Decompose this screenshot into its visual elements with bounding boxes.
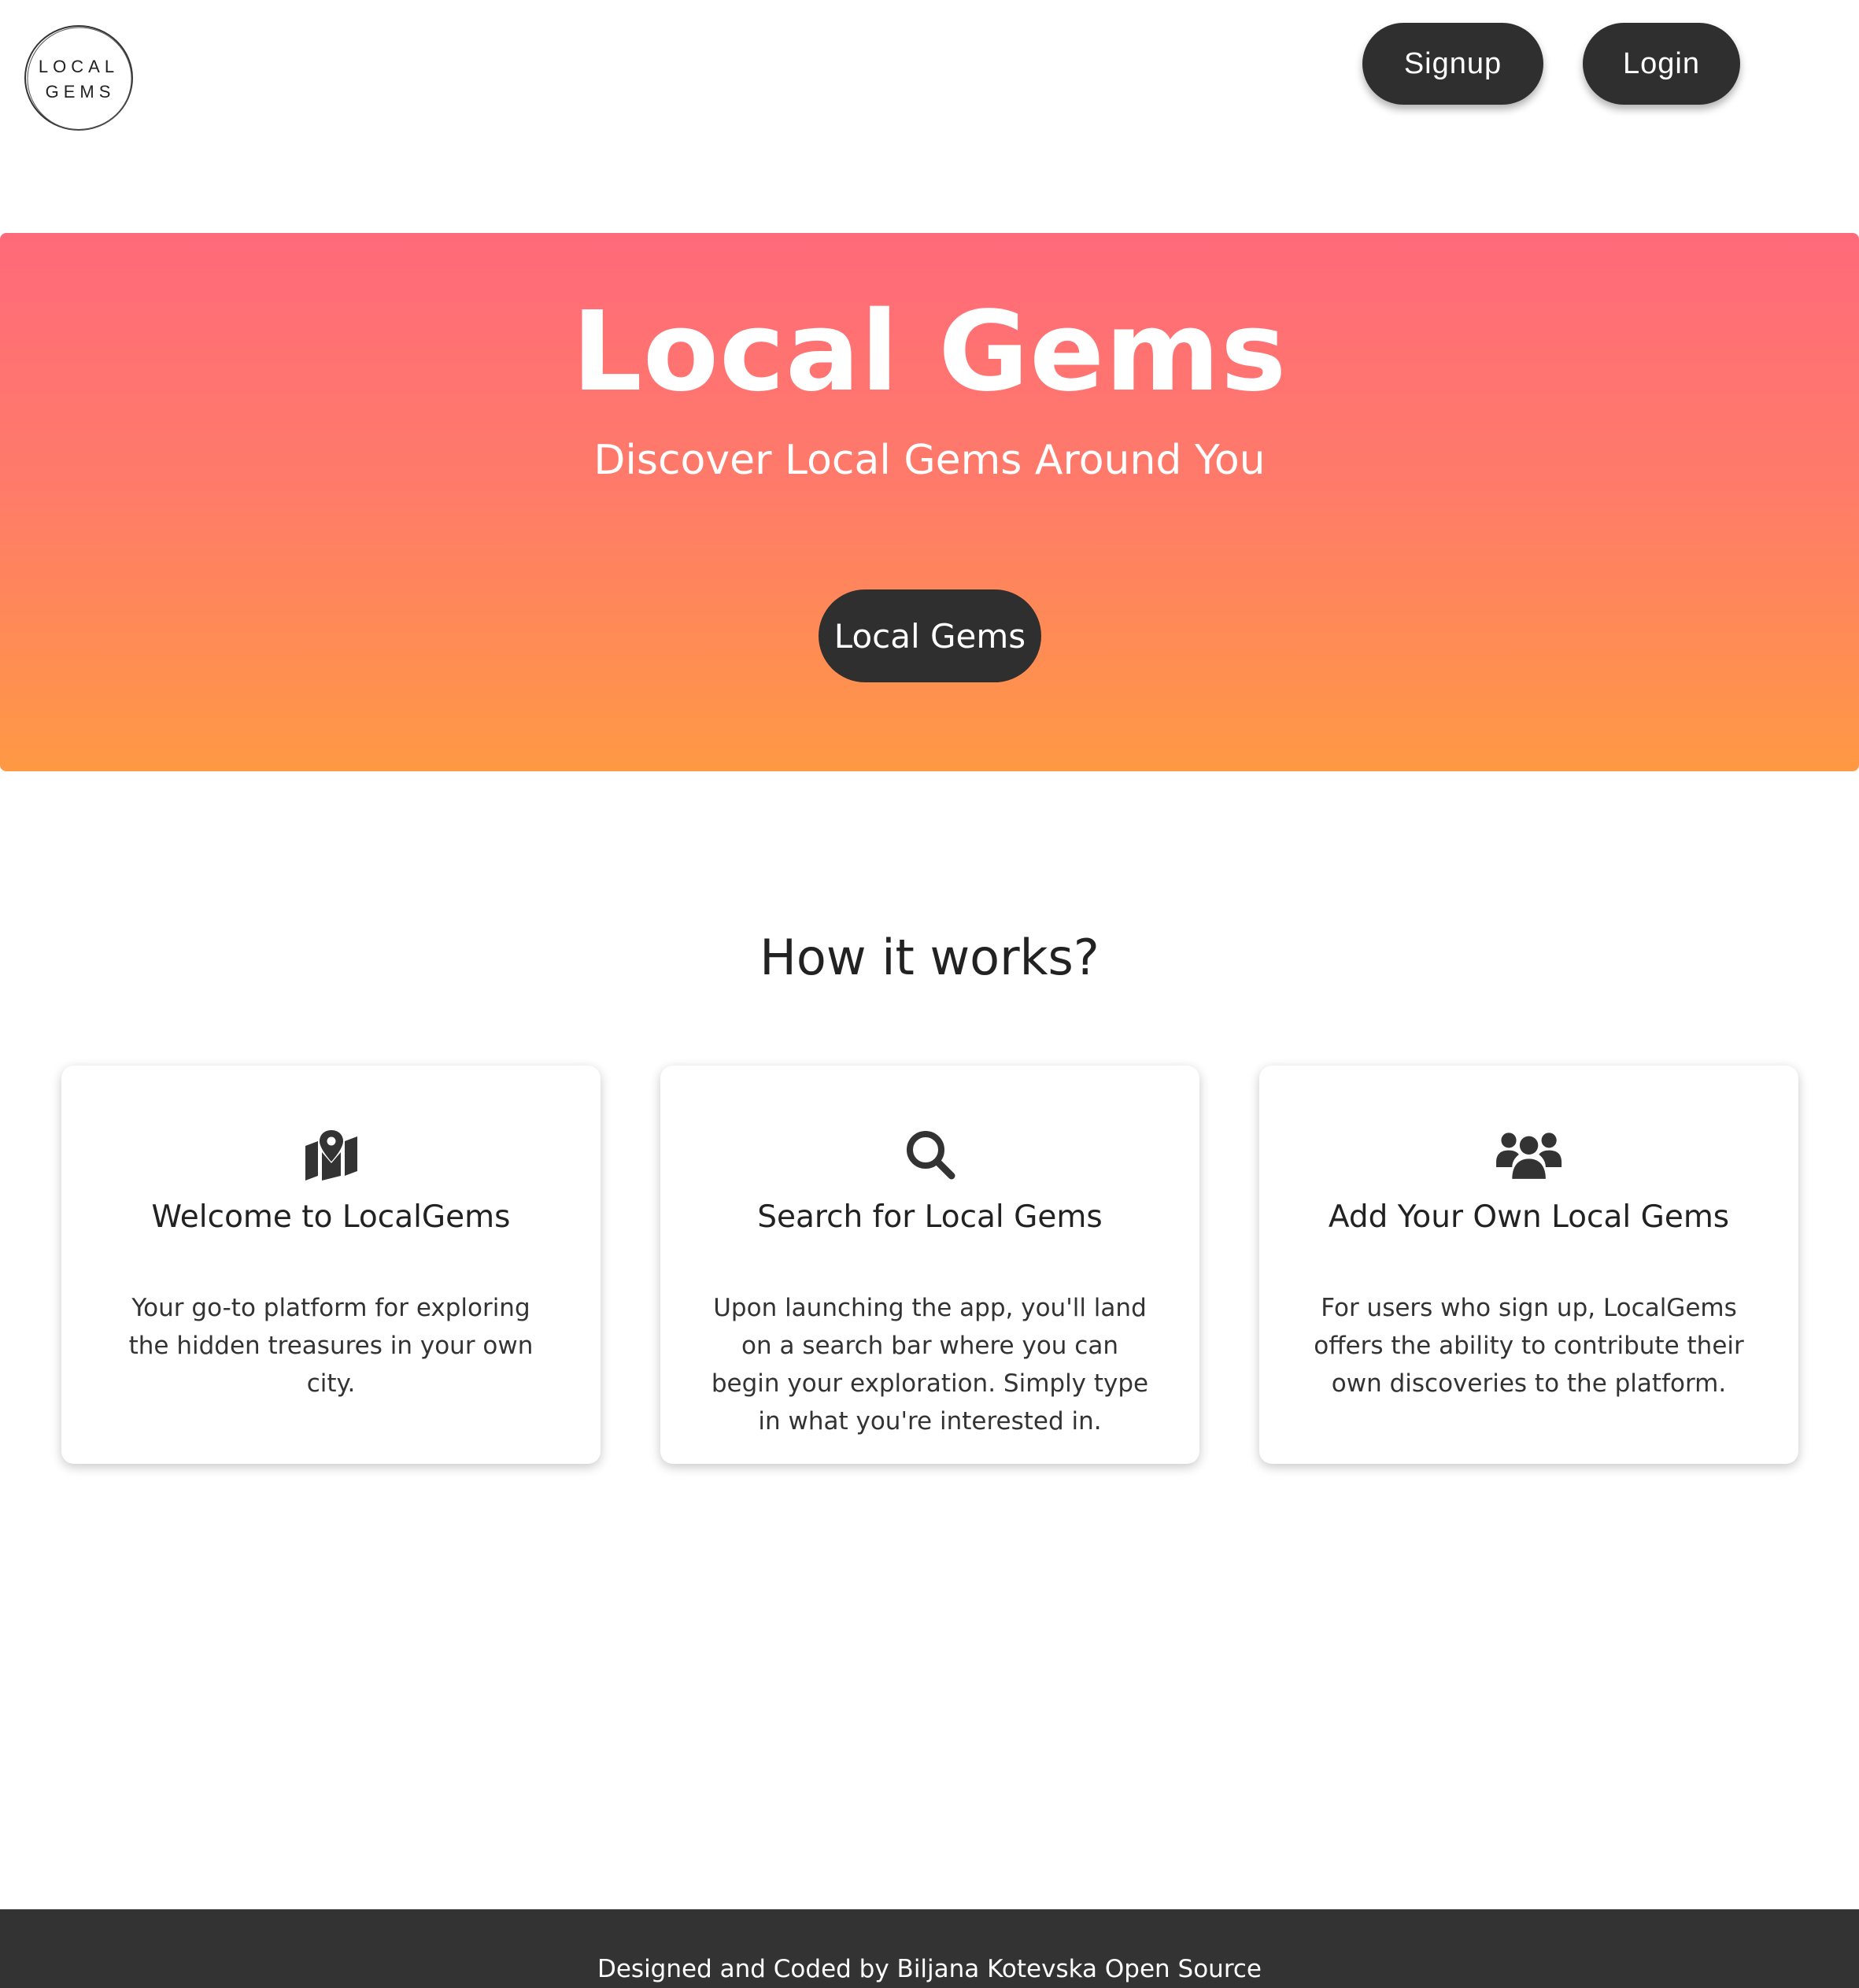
card-text: Upon launching the app, you'll land on a… — [711, 1294, 1149, 1436]
search-icon — [660, 1129, 1199, 1181]
logo-line1: LOCAL — [39, 57, 119, 76]
local-gems-button[interactable]: Local Gems — [819, 589, 1041, 682]
hero-banner: Local Gems Discover Local Gems Around Yo… — [0, 233, 1859, 771]
local-gems-logo[interactable]: LOCAL GEMS — [23, 24, 135, 132]
feature-card-add: Add Your Own Local Gems For users who si… — [1259, 1066, 1798, 1464]
footer-credit: Designed and Coded by Biljana Kotevska O… — [597, 1955, 1262, 1983]
hero-title: Local Gems — [571, 288, 1288, 416]
map-location-icon — [61, 1129, 601, 1181]
card-title: Search for Local Gems — [757, 1199, 1103, 1235]
card-text: Your go-to platform for exploring the hi… — [128, 1294, 534, 1398]
feature-card-search: Search for Local Gems Upon launching the… — [660, 1066, 1199, 1464]
card-title: Add Your Own Local Gems — [1328, 1199, 1730, 1235]
login-button[interactable]: Login — [1583, 23, 1740, 105]
card-text: For users who sign up, LocalGems offers … — [1314, 1294, 1744, 1398]
page: LOCAL GEMS Signup Login Local Gems Disco… — [0, 0, 1859, 1988]
card-title: Welcome to LocalGems — [151, 1199, 511, 1235]
logo-circle-icon: LOCAL GEMS — [24, 25, 133, 131]
footer: Designed and Coded by Biljana Kotevska O… — [0, 1909, 1859, 1988]
users-icon — [1259, 1129, 1798, 1181]
signup-button[interactable]: Signup — [1362, 23, 1543, 105]
how-it-works-title: How it works? — [759, 929, 1100, 986]
feature-card-welcome: Welcome to LocalGems Your go-to platform… — [61, 1066, 601, 1464]
logo-line2: GEMS — [46, 82, 116, 102]
hero-subtitle: Discover Local Gems Around You — [593, 437, 1266, 484]
